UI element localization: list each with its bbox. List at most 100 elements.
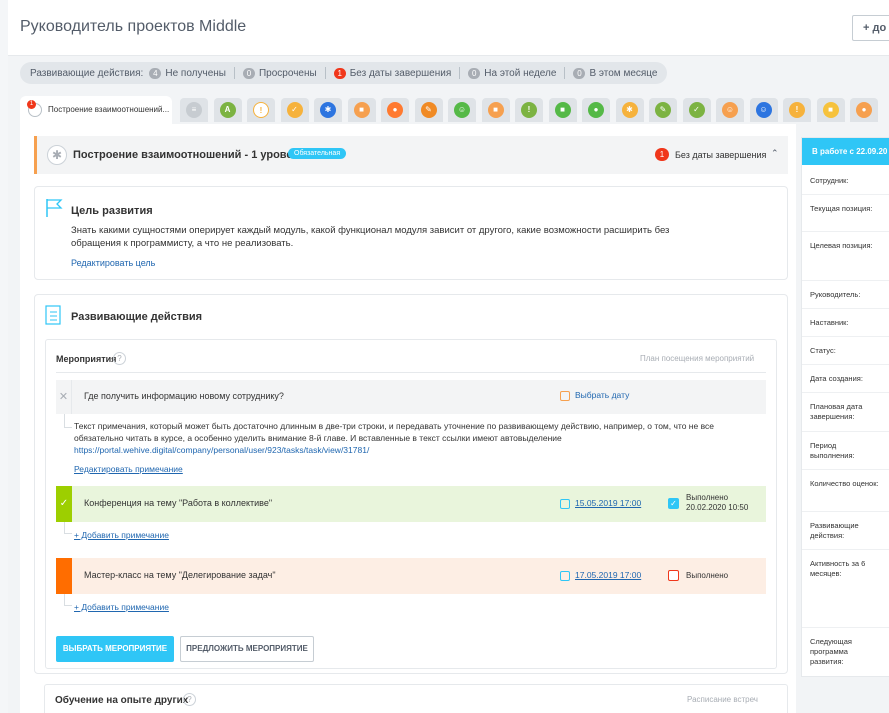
edit-goal-link[interactable]: Редактировать цель [71,258,155,268]
tab-item[interactable]: ■ [481,98,510,122]
tab-chat-icon: ● [387,102,403,118]
tab-badge3-icon: ■ [822,102,839,118]
filter-text: На этой неделе [484,67,557,79]
tab-item[interactable]: ✓ [682,98,711,122]
divider [56,372,766,373]
sidebar-label: Наставник: [810,318,849,327]
tab-item[interactable]: ✎ [414,98,443,122]
filter-not-received[interactable]: 4 Не получены [149,67,226,79]
event-date[interactable]: 15.05.2019 17:00 [560,498,641,509]
tab-item[interactable]: ● [582,98,610,122]
note-link[interactable]: https://portal.wehive.digital/company/pe… [74,445,369,455]
divider [802,549,889,550]
dev-actions-card: Развивающие действия Мероприятия ? План … [34,294,788,674]
close-icon[interactable]: ✕ [56,380,72,414]
tab-item[interactable]: ! [515,98,543,122]
tab-badge2-icon: ■ [554,102,571,118]
tab-item[interactable]: ✱ [615,98,644,122]
tab-item[interactable]: ☺ [716,98,744,122]
edit-note-link[interactable]: Редактировать примечание [74,464,183,474]
event-date-value: 17.05.2019 17:00 [575,570,642,580]
suggest-event-button[interactable]: ПРЕДЛОЖИТЬ МЕРОПРИЯТИЕ [180,636,314,662]
divider [802,308,889,309]
filter-count: 4 [149,67,162,79]
event-date-value: 15.05.2019 17:00 [575,498,642,508]
tab-pencil2-icon: ✎ [655,102,671,118]
tab-item[interactable]: ■ [548,98,577,122]
help-icon[interactable]: ? [183,693,196,706]
learn-block: Обучение на опыте других ? Расписание вс… [44,684,788,713]
level-header[interactable]: ✱ Построение взаимоотношений - 1 уровень… [34,136,788,174]
divider [802,511,889,512]
tab-item[interactable]: ☺ [749,98,778,122]
tab-item[interactable]: ! [247,98,275,122]
sidebar-label: Следующая программа развития: [810,637,852,666]
filter-this-week[interactable]: 0 На этой неделе [468,67,557,79]
tab-check2-icon: ✓ [688,102,705,118]
sidebar-label: Целевая позиция: [810,241,873,250]
divider [802,194,889,195]
page: Руководитель проектов Middle + до Развив… [8,0,889,713]
filter-bar: Развивающие действия: 4 Не получены 0 Прос… [20,62,668,84]
tab-bulb2-icon: ! [521,102,537,118]
divider [802,392,889,393]
sidebar-label: Дата создания: [810,374,863,383]
tab-item[interactable]: ● [381,98,409,122]
goal-card: Цель развития Знать какими сущностями оп… [34,186,788,280]
event-note: Текст примечания, который может быть дос… [74,420,754,456]
events-title: Мероприятия [56,354,117,364]
tab-letter-icon: A [219,102,236,118]
tab-item[interactable]: ✱ [314,98,342,122]
event-date[interactable]: 17.05.2019 17:00 [560,570,641,581]
tab-relationships[interactable]: 1 Построение взаимоотношений... [20,96,172,124]
add-button[interactable]: + до [852,15,889,41]
help-icon[interactable]: ? [113,352,126,365]
choose-date-link[interactable]: Выбрать дату [560,390,629,401]
add-note-link[interactable]: + Добавить примечание [74,530,169,540]
tab-case-icon: ■ [487,102,504,118]
status-count-badge: 1 [655,148,669,161]
filter-text: Просрочены [258,67,317,79]
tab-item[interactable]: ■ [347,98,376,122]
choose-event-button[interactable]: ВЫБРАТЬ МЕРОПРИЯТИЕ [56,636,174,662]
filter-overdue[interactable]: 0 Просрочены [242,67,317,79]
tab-person3-icon: ☺ [755,102,772,118]
tab-item[interactable]: ! [783,98,811,122]
dev-actions-title: Развивающие действия [71,311,203,323]
tab-item[interactable]: ✓ [280,98,309,122]
filter-count: 0 [468,67,481,79]
tab-item[interactable]: A [213,98,242,122]
mandatory-badge: Обязательная [288,148,347,159]
filter-this-month[interactable]: 0В этом месяце [573,67,658,79]
tab-item[interactable]: ● [850,98,878,122]
tab-pencil-icon: ✎ [420,102,437,118]
tab-item[interactable]: ■ [816,98,845,122]
plan-link[interactable]: План посещения мероприятий [640,354,754,363]
add-note-link[interactable]: + Добавить примечание [74,602,169,612]
done-date: 20.02.2020 10:50 [686,503,749,512]
filter-text: В этом месяце [589,67,658,79]
chevron-up-icon[interactable]: ⌃ [771,148,779,159]
done-checkbox[interactable] [668,570,679,581]
filter-count: 0 [573,67,586,79]
tab-item[interactable]: ☺ [448,98,476,122]
sidebar-label: Руководитель: [810,290,861,299]
filter-label: Развивающие действия: [30,67,144,79]
done-checkbox[interactable]: ✓ [668,498,679,509]
learn-title: Обучение на опыте других [55,695,189,706]
tab-item[interactable]: ✎ [649,98,677,122]
tab-item[interactable]: ≡ [180,98,208,122]
divider [802,364,889,365]
filter-count: 0 [242,67,255,79]
filter-no-deadline[interactable]: 1 Без даты завершения [333,67,451,79]
gear-icon: 1 [27,100,42,117]
tab-label: Построение взаимоотношений... [48,105,170,114]
tab-chat3-icon: ● [856,102,872,118]
goal-description: Знать какими сущностями оперирует каждый… [71,225,670,249]
tree-line [64,594,72,606]
sidebar-label: Период выполнения: [810,441,855,460]
sidebar-label: Текущая позиция: [810,204,873,213]
schedule-link[interactable]: Расписание встреч [687,695,758,704]
divider [564,67,566,79]
divider [324,67,326,79]
